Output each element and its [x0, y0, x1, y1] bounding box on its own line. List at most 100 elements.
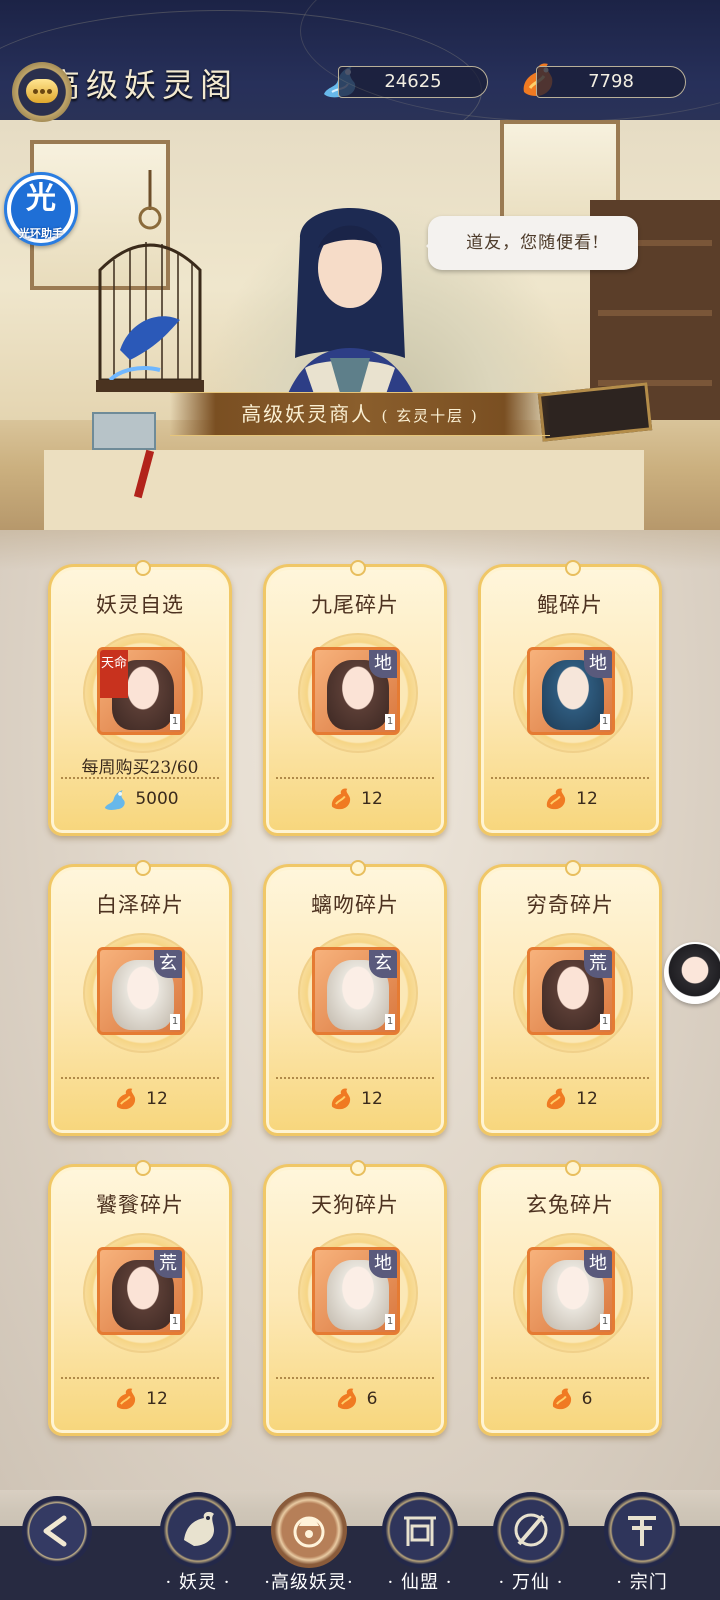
item-tier-badge: 玄 [154, 950, 182, 978]
shop-item-portrait: 地1 [527, 1247, 615, 1335]
shop-item-card[interactable]: 白泽碎片玄 1 12 [48, 860, 232, 1136]
top-bar: 高级妖灵阁 24625 7798 [0, 0, 720, 120]
merchant-scene: 道友，您随便看! 高级妖灵商人 ( 玄灵十层 ) [0, 120, 720, 540]
bottom-nav: · 妖灵 · ·高级妖灵· · 仙盟 · · 万仙 · · 宗门 [0, 1490, 720, 1600]
merchant-banner: 高级妖灵商人 ( 玄灵十层 ) [170, 392, 550, 436]
shop-item-card[interactable]: 鲲碎片地 1 12 [478, 560, 662, 836]
fire-fox-icon [337, 1388, 356, 1410]
shop-item-card[interactable]: 螭吻碎片玄 1 12 [263, 860, 447, 1136]
item-price: 5000 [51, 785, 229, 825]
merchant-name: 高级妖灵商人 [241, 402, 374, 426]
divider [491, 1077, 649, 1079]
item-price: 12 [266, 785, 444, 825]
merchant-level: ( 玄灵十层 ) [381, 407, 479, 425]
shop-item-portrait: 地1 [527, 647, 615, 735]
shop-item-name: 九尾碎片 [311, 593, 399, 617]
divider [276, 1077, 434, 1079]
item-quantity: 1 [170, 714, 180, 730]
price-value: 12 [146, 1089, 168, 1109]
shop-item-name: 白泽碎片 [96, 893, 184, 917]
price-value: 12 [361, 1089, 383, 1109]
merchant-speech-bubble: 道友，您随便看! [426, 216, 638, 270]
shop-item-name: 玄兔碎片 [526, 1193, 614, 1217]
item-tier-badge: 荒 [154, 1250, 182, 1278]
item-quantity: 1 [385, 1014, 395, 1030]
divider [276, 777, 434, 779]
page-title: 高级妖灵阁 [48, 66, 239, 104]
item-tag: 天命 [100, 650, 128, 698]
back-arrow-icon [43, 1515, 67, 1547]
item-price: 6 [266, 1385, 444, 1425]
purchase-limit: 每周购买23/60 [81, 758, 199, 778]
nav-tab[interactable]: · 妖灵 · [155, 1490, 241, 1600]
halo-assistant-glyph: 光 [26, 181, 56, 216]
item-price: 6 [481, 1385, 659, 1425]
shop-item-name: 鲲碎片 [537, 593, 603, 617]
fire-fox-icon [332, 788, 351, 810]
halo-assistant-label: 光环助手 [19, 227, 63, 240]
blue-spirit-icon [105, 790, 126, 811]
divider [61, 1077, 219, 1079]
price-value: 12 [361, 789, 383, 809]
item-quantity: 1 [600, 1014, 610, 1030]
item-tier-badge: 地 [369, 1250, 397, 1278]
item-price: 12 [481, 785, 659, 825]
shop-item-card[interactable]: 妖灵自选天命 1 每周购买23/60 5000 [48, 560, 232, 836]
item-tier-badge: 地 [584, 1250, 612, 1278]
shop-item-card[interactable]: 玄兔碎片地 1 6 [478, 1160, 662, 1436]
fire-fox-icon [547, 1088, 566, 1110]
sect-icon [628, 1516, 656, 1546]
nav-tab[interactable]: · 宗门 [599, 1490, 685, 1600]
nav-tab-label: ·高级妖灵· [264, 1572, 354, 1593]
item-price: 12 [266, 1085, 444, 1125]
divider [61, 1377, 219, 1379]
nav-tab-label: · 万仙 · [498, 1572, 564, 1593]
shop-item-portrait: 天命 1 [97, 647, 185, 735]
shop-item-name: 螭吻碎片 [311, 893, 399, 917]
divider [61, 777, 219, 779]
item-price: 12 [481, 1085, 659, 1125]
book-stack [92, 412, 156, 450]
price-value: 12 [576, 1089, 598, 1109]
shop-item-portrait: 荒1 [527, 947, 615, 1035]
nav-tab-label: · 仙盟 · [387, 1572, 453, 1593]
item-quantity: 1 [170, 1314, 180, 1330]
halo-assistant-button[interactable]: 光 光环助手 [4, 172, 78, 246]
shop-item-name: 天狗碎片 [311, 1193, 399, 1217]
sword-icon [514, 1513, 548, 1547]
shop-item-portrait: 荒1 [97, 1247, 185, 1335]
currency-spirit-value: 24625 [338, 66, 488, 98]
nav-tab-label: · 妖灵 · [165, 1572, 231, 1593]
price-value: 12 [146, 1389, 168, 1409]
gate-icon [404, 1516, 436, 1546]
price-value: 6 [366, 1389, 378, 1409]
fire-fox-icon [332, 1088, 351, 1110]
divider [491, 1377, 649, 1379]
nav-tab[interactable]: · 万仙 · [488, 1490, 574, 1600]
price-value: 5000 [135, 789, 179, 809]
shop-item-portrait: 玄1 [312, 947, 400, 1035]
item-quantity: 1 [385, 1314, 395, 1330]
fox-spirit-icon [184, 1511, 214, 1546]
fox-coin-icon [293, 1516, 325, 1548]
shop-item-portrait: 地1 [312, 647, 400, 735]
nav-tab[interactable]: ·高级妖灵· [264, 1490, 353, 1600]
divider [491, 777, 649, 779]
floating-avatar-button[interactable] [664, 942, 720, 1004]
fire-fox-icon [552, 1388, 571, 1410]
nav-tab-label: · 宗门 [616, 1572, 668, 1593]
item-tier-badge: 玄 [369, 950, 397, 978]
nav-tab[interactable]: · 仙盟 · [377, 1490, 463, 1600]
item-price: 12 [51, 1385, 229, 1425]
shop-item-portrait: 地1 [312, 1247, 400, 1335]
shop-item-card[interactable]: 九尾碎片地 1 12 [263, 560, 447, 836]
chat-button[interactable] [12, 62, 72, 122]
item-quantity: 1 [385, 714, 395, 730]
chat-bubble-icon [26, 79, 58, 103]
back-button[interactable] [22, 1496, 92, 1566]
fire-fox-icon [523, 63, 553, 96]
shop-item-card[interactable]: 穷奇碎片荒 1 12 [478, 860, 662, 1136]
shop-item-name: 妖灵自选 [96, 593, 184, 617]
shop-item-card[interactable]: 饕餮碎片荒 1 12 [48, 1160, 232, 1436]
shop-item-card[interactable]: 天狗碎片地 1 6 [263, 1160, 447, 1436]
